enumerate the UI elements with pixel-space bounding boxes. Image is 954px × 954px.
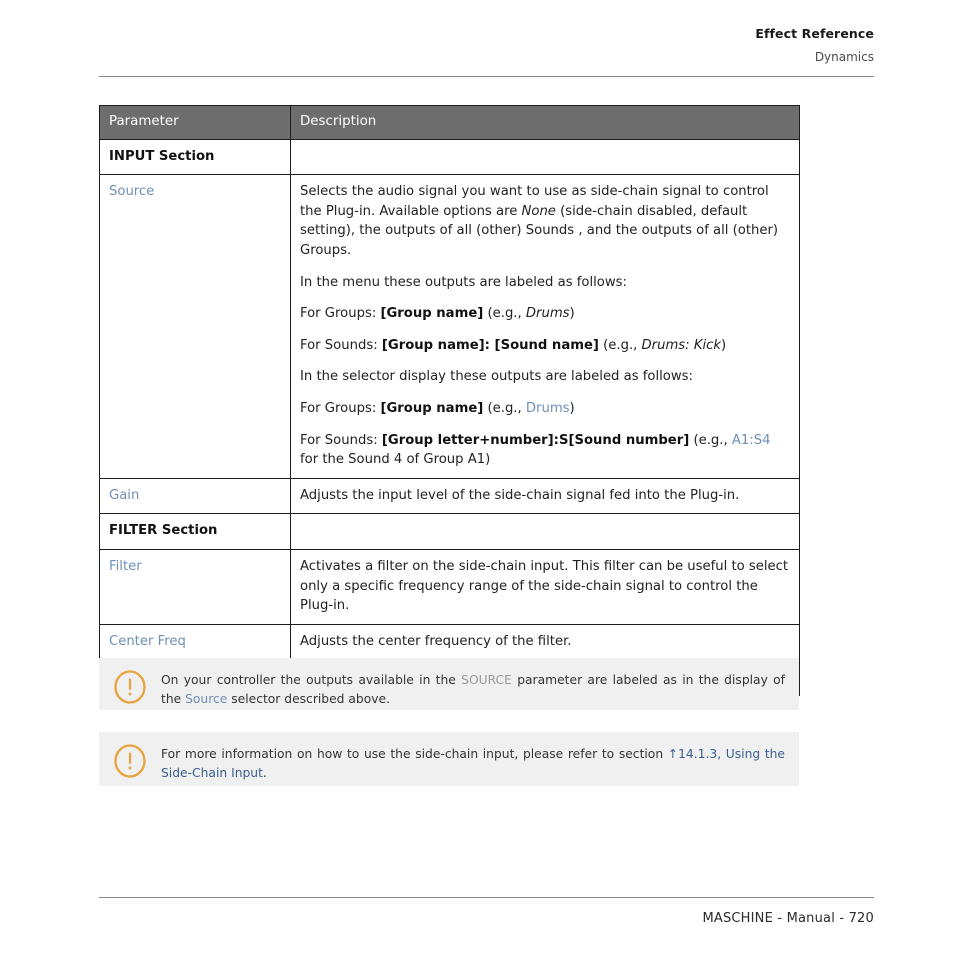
section-heading-cell: FILTER Section [99, 513, 291, 550]
footer-divider [99, 897, 874, 898]
parameter-name-cell: Gain [99, 477, 291, 515]
description-paragraph: Activates a filter on the side-chain inp… [300, 558, 789, 614]
table-body: INPUT Section Source Selects the audio si… [99, 138, 800, 696]
description-paragraph: For Groups: [Group name] (e.g., Drums) [300, 400, 575, 416]
inline-emphasis: None [521, 203, 556, 219]
inline-emphasis: [Group letter+number]:S[Sound number] [381, 432, 690, 448]
note-inline-text: Source [185, 691, 228, 706]
inline-emphasis: Drums [525, 400, 570, 416]
note-text: For more information on how to use the s… [161, 747, 786, 780]
parameter-description-cell: Activates a filter on the side-chain inp… [290, 548, 800, 625]
section-heading-cell: INPUT Section [99, 138, 291, 176]
description-paragraph: In the menu these outputs are labeled as… [300, 274, 627, 290]
description-paragraph: For Sounds: [Group name]: [Sound name] (… [300, 337, 727, 353]
exclamation-circle-icon [113, 744, 147, 778]
note-text: On your controller the outputs available… [161, 673, 785, 706]
header-divider [99, 76, 874, 77]
parameter-description-cell: Adjusts the center frequency of the filt… [290, 623, 800, 661]
column-header-parameter: Parameter [99, 105, 291, 140]
table-row: Center Freq Adjusts the center frequency … [99, 623, 800, 661]
running-head: Effect Reference Dynamics [99, 26, 874, 65]
table-header-row: Parameter Description [99, 105, 800, 140]
running-head-subtitle: Dynamics [814, 50, 874, 64]
section-empty-cell [290, 513, 800, 550]
description-paragraph: For Sounds: [Group letter+number]:S[Soun… [300, 432, 771, 468]
parameter-description-cell: Selects the audio signal you want to use… [290, 174, 800, 479]
description-paragraph: Adjusts the center frequency of the filt… [300, 633, 572, 649]
note-box: For more information on how to use the s… [99, 732, 799, 786]
description-paragraph: For Groups: [Group name] (e.g., Drums) [300, 306, 575, 322]
footer-page-label: MASCHINE - Manual - 720 [702, 911, 874, 926]
inline-emphasis: A1:S4 [731, 432, 771, 448]
parameter-link[interactable]: Gain [109, 488, 139, 503]
parameter-link[interactable]: Filter [109, 559, 142, 574]
inline-emphasis: [Group name] [380, 306, 484, 322]
parameter-name-cell: Source [99, 174, 291, 479]
table-row: INPUT Section [99, 138, 800, 176]
section-empty-cell [290, 138, 800, 176]
table-row: Filter Activates a filter on the side-cha… [99, 548, 800, 625]
table-row: Gain Adjusts the input level of the side-… [99, 477, 800, 515]
inline-emphasis: [Group name]: [Sound name] [381, 337, 599, 353]
inline-emphasis: Drums [525, 306, 570, 322]
running-head-title: Effect Reference [755, 26, 874, 41]
table-row: FILTER Section [99, 513, 800, 550]
document-page: Effect Reference Dynamics Parameter Desc… [0, 0, 954, 954]
parameter-name-cell: Filter [99, 548, 291, 625]
column-header-description: Description [290, 105, 800, 140]
parameter-name-cell: Center Freq [99, 623, 291, 661]
description-paragraph: Selects the audio signal you want to use… [300, 184, 779, 258]
parameter-link[interactable]: Center Freq [109, 634, 186, 649]
note-inline-link[interactable]: ↑14.1.3, Using the Side-Chain Input [161, 747, 785, 780]
description-paragraph: Adjusts the input level of the side-chai… [300, 487, 740, 503]
parameter-table: Parameter Description INPUT Section Sour… [99, 105, 800, 696]
inline-emphasis: Drums: Kick [641, 337, 722, 353]
exclamation-circle-icon [113, 670, 147, 704]
table-row: Source Selects the audio signal you want … [99, 174, 800, 479]
note-inline-text: SOURCE [461, 673, 512, 687]
inline-emphasis: [Group name] [380, 400, 484, 416]
parameter-link[interactable]: Source [109, 184, 154, 199]
description-paragraph: In the selector display these outputs ar… [300, 369, 693, 385]
parameter-description-cell: Adjusts the input level of the side-chai… [290, 477, 800, 515]
note-box: On your controller the outputs available… [99, 658, 799, 710]
